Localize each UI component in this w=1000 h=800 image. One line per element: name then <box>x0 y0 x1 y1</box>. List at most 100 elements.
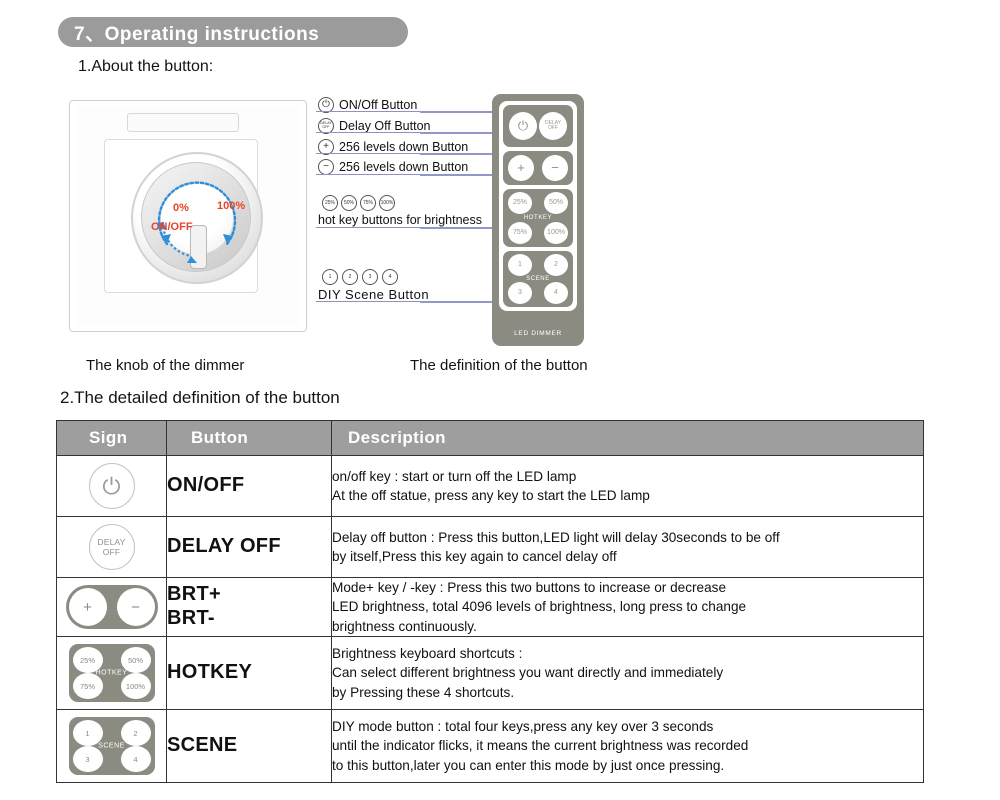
remote-plus-button[interactable]: + <box>508 155 534 181</box>
remote-block-brightness: + − <box>503 151 573 185</box>
hotkey-quad-icon: 25% 50% HOTKEY 75% 100% <box>68 644 155 702</box>
remote-brand-label: LED DIMMER <box>514 330 562 337</box>
button-name-onoff: ON/OFF <box>166 455 332 517</box>
button-name-delay-off: DELAY OFF <box>166 516 332 578</box>
description-delay-off: Delay off button : Press this button,LED… <box>331 516 924 578</box>
button-name-hotkey: HOTKEY <box>166 636 332 710</box>
sign-cell-brightness: + − <box>56 577 167 637</box>
callout-onoff-label: ON/Off Button <box>339 98 418 112</box>
desc-line: to this button,later you can enter this … <box>332 757 725 773</box>
brightness-capsule-icon: + − <box>65 585 158 629</box>
callout-minus: − 256 levels down Button <box>318 159 468 175</box>
sign-cell-onoff: ⏻ <box>56 455 167 517</box>
remote-block-power: ⏻ DELAY OFF <box>503 105 573 147</box>
knob-label-0-percent: 0% <box>173 202 189 214</box>
remote-hotkey-100-button[interactable]: 100% <box>544 222 568 244</box>
sign-cell-delay-off: DELAY OFF <box>56 516 167 578</box>
table-row: 1 2 SCENE 3 4 SCENE DIY mode button : to… <box>56 709 924 783</box>
table-header-button: Button <box>166 420 332 456</box>
callout-delay-off-label: Delay Off Button <box>339 119 431 133</box>
button-name-brt-plus: BRT+ <box>167 583 221 606</box>
remote-delay-off-button[interactable]: DELAY OFF <box>539 112 567 140</box>
button-name-brightness: BRT+ BRT- <box>166 577 332 637</box>
knob-rotation-arc-icon <box>157 181 237 263</box>
remote-hotkey-50-button[interactable]: 50% <box>544 192 568 214</box>
delay-off-glyph-text: DELAY OFF <box>97 537 125 557</box>
remote-block-scene: 1 2 SCENE 3 4 <box>503 251 573 307</box>
description-brightness: Mode+ key / -key : Press this two button… <box>331 577 924 637</box>
callout-scene-label: DIY Scene Button <box>318 287 430 302</box>
scene-quad-icon: 1 2 SCENE 3 4 <box>68 717 155 775</box>
wall-dimmer-plate: 0% 100% ON/OFF <box>69 100 307 332</box>
button-name-brt-minus: BRT- <box>167 607 215 629</box>
hotkey-100-icon: 100% <box>120 673 151 699</box>
delay-off-icon-text: DELAY OFF <box>320 121 332 129</box>
subheading-detailed-definition: 2.The detailed definition of the button <box>60 388 340 407</box>
caption-button-definition: The definition of the button <box>410 357 588 374</box>
knob-label-100-percent: 100% <box>217 200 246 212</box>
remote-block-hotkey: 25% 50% HOTKEY 75% 100% <box>503 189 573 247</box>
minus-icon: − <box>318 159 334 175</box>
description-scene: DIY mode button : total four keys,press … <box>331 709 924 783</box>
button-definition-table: Sign Button Description ⏻ ON/OFF on/off … <box>56 420 924 783</box>
description-onoff: on/off key : start or turn off the LED l… <box>331 455 924 517</box>
desc-line: LED brightness, total 4096 levels of bri… <box>332 599 747 615</box>
plate-inner-frame: 0% 100% ON/OFF <box>104 139 263 293</box>
plate-slot <box>127 113 239 132</box>
table-row: ⏻ ON/OFF on/off key : start or turn off … <box>56 455 924 517</box>
desc-line: At the off statue, press any key to star… <box>332 488 650 503</box>
power-glyph: ⏻ <box>102 472 121 499</box>
hotkey-50-icon: 50% <box>341 195 357 211</box>
table-header-sign: Sign <box>56 420 167 456</box>
remote-power-button[interactable]: ⏻ <box>509 112 537 140</box>
diagram-area: 0% 100% ON/OFF ⏻ ON/Off Button DELAY OFF … <box>0 90 1000 380</box>
callout-scene-icons: 1 2 3 4 <box>322 269 398 285</box>
sign-cell-scene: 1 2 SCENE 3 4 <box>56 709 167 783</box>
callout-hotkey-icons: 25% 50% 75% 100% <box>322 195 395 211</box>
remote-scene-4-button[interactable]: 4 <box>544 282 568 304</box>
delay-line-1: DELAY <box>97 536 126 547</box>
scene-4-icon: 4 <box>382 269 398 285</box>
remote-scene-label: SCENE <box>526 276 550 282</box>
description-hotkey: Brightness keyboard shortcuts : Can sele… <box>331 636 924 710</box>
page-title: 7、Operating instructions <box>74 23 320 45</box>
table-row: 25% 50% HOTKEY 75% 100% HOTKEY Brightnes… <box>56 636 924 710</box>
remote-hotkey-label: HOTKEY <box>523 215 553 221</box>
desc-line: on/off key : start or turn off the LED l… <box>332 468 577 484</box>
section-header-banner: 7、Operating instructions <box>58 17 408 47</box>
caption-knob: The knob of the dimmer <box>86 357 245 374</box>
remote-delay-off-text: DELAY OFF <box>544 119 562 131</box>
subheading-about-the-button: 1.About the button: <box>78 58 214 75</box>
scene-1-icon: 1 <box>322 269 338 285</box>
remote-control-device: ⏻ DELAY OFF + − 25% 50% HOTKEY 75% 100% 1… <box>492 94 584 346</box>
minus-icon: − <box>116 588 155 626</box>
desc-line: by Pressing these 4 shortcuts. <box>332 684 515 700</box>
remote-scene-1-button[interactable]: 1 <box>508 254 532 276</box>
table-row: DELAY OFF DELAY OFF Delay off button : P… <box>56 516 924 578</box>
scene-3-icon: 3 <box>362 269 378 285</box>
remote-hotkey-25-button[interactable]: 25% <box>508 192 532 214</box>
delay-line-2: OFF <box>102 547 121 557</box>
hotkey-100-icon: 100% <box>379 195 395 211</box>
remote-minus-button[interactable]: − <box>542 155 568 181</box>
knob-label-onoff: ON/OFF <box>151 221 193 233</box>
plus-icon: + <box>68 588 107 626</box>
callout-hotkey-label: hot key buttons for brightness <box>318 213 482 227</box>
hotkey-75-icon: 75% <box>360 195 376 211</box>
button-name-scene: SCENE <box>166 709 332 783</box>
scene-3-icon: 3 <box>72 746 103 772</box>
remote-scene-2-button[interactable]: 2 <box>544 254 568 276</box>
callout-label-list: ⏻ ON/Off Button DELAY OFF Delay Off Butto… <box>316 94 506 334</box>
remote-hotkey-75-button[interactable]: 75% <box>508 222 532 244</box>
hotkey-25-icon: 25% <box>322 195 338 211</box>
scene-4-icon: 4 <box>120 746 151 772</box>
table-header-description: Description <box>331 420 924 456</box>
power-icon: ⏻ <box>88 463 135 509</box>
desc-line: Can select different brightness you want… <box>332 665 724 681</box>
delay-off-icon: DELAY OFF <box>88 524 135 570</box>
desc-line: by itself,Press this key again to cancel… <box>332 549 617 564</box>
desc-line: Delay off button : Press this button,LED… <box>332 529 780 545</box>
desc-line: brightness continuously. <box>332 618 477 634</box>
remote-scene-3-button[interactable]: 3 <box>508 282 532 304</box>
remote-keypad: ⏻ DELAY OFF + − 25% 50% HOTKEY 75% 100% 1… <box>499 101 577 311</box>
